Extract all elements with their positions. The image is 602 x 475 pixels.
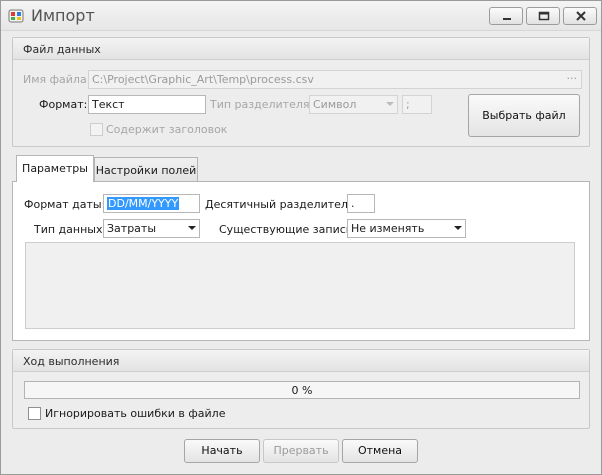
data-type-value: Затраты (107, 222, 157, 235)
format-field[interactable]: Текст (88, 95, 206, 114)
file-data-group: Файл данных Имя файла: C:\Project\Graphi… (12, 37, 590, 147)
close-icon (576, 11, 586, 21)
format-label: Формат: (39, 98, 88, 111)
format-value: Текст (92, 98, 125, 111)
has-header-label: Содержит заголовок (106, 123, 228, 136)
cancel-button[interactable]: Отмена (342, 439, 418, 463)
progress-bar: 0 % (24, 381, 580, 399)
has-header-checkbox (90, 123, 103, 136)
existing-records-label: Существующие записи: (219, 223, 357, 236)
tab-field-settings[interactable]: Настройки полей (94, 157, 198, 182)
filename-label: Имя файла: (23, 73, 91, 86)
ignore-errors-checkbox[interactable] (28, 407, 41, 420)
delimiter-type-value: Символ (313, 98, 357, 111)
start-button[interactable]: Начать (184, 439, 260, 463)
tab-parameters[interactable]: Параметры (16, 155, 94, 182)
window-title: Импорт (31, 6, 95, 25)
decimal-separator-field[interactable]: . (347, 194, 375, 213)
minimize-icon (503, 18, 511, 20)
maximize-icon (538, 11, 550, 21)
filename-field: C:\Project\Graphic_Art\Temp\process.csv … (88, 70, 582, 89)
abort-button: Прервать (263, 439, 339, 463)
parameters-panel: Формат даты: DD/MM/YYYY Десятичный разде… (12, 181, 590, 341)
delimiter-char-value: ; (406, 98, 410, 111)
close-button[interactable] (563, 7, 597, 25)
date-format-value: DD/MM/YYYY (107, 197, 180, 210)
chevron-down-icon (188, 226, 196, 230)
ignore-errors-label: Игнорировать ошибки в файле (45, 407, 226, 420)
progress-group: Ход выполнения 0 % Игнорировать ошибки в… (12, 349, 590, 429)
choose-file-button[interactable]: Выбрать файл (468, 94, 580, 137)
filename-value: C:\Project\Graphic_Art\Temp\process.csv (92, 73, 314, 86)
existing-records-combo[interactable]: Не изменять (347, 219, 466, 238)
data-type-combo[interactable]: Затраты (103, 219, 200, 238)
browse-dots-button: ··· (566, 72, 578, 85)
title-bar[interactable]: Импорт (1, 1, 601, 31)
decimal-separator-label: Десятичный разделитель: (205, 198, 359, 211)
existing-records-value: Не изменять (351, 222, 425, 235)
app-palette-icon (8, 9, 24, 23)
minimize-button[interactable] (489, 7, 523, 25)
date-format-label: Формат даты: (24, 198, 106, 211)
chevron-down-icon (386, 102, 394, 106)
delimiter-type-combo: Символ (309, 95, 398, 114)
delimiter-type-label: Тип разделителя: (210, 98, 314, 111)
progress-header: Ход выполнения (13, 350, 589, 372)
chevron-down-icon (454, 226, 462, 230)
progress-percent: 0 % (291, 384, 313, 397)
decimal-separator-value: . (351, 197, 355, 210)
date-format-field[interactable]: DD/MM/YYYY (103, 194, 200, 213)
import-dialog: Импорт Файл данных Имя файла: C:\Project… (0, 0, 602, 475)
delimiter-char-field: ; (402, 95, 432, 114)
preview-area (25, 242, 575, 329)
maximize-button[interactable] (526, 7, 560, 25)
data-type-label: Тип данных: (34, 223, 107, 236)
file-data-header: Файл данных (13, 38, 589, 60)
